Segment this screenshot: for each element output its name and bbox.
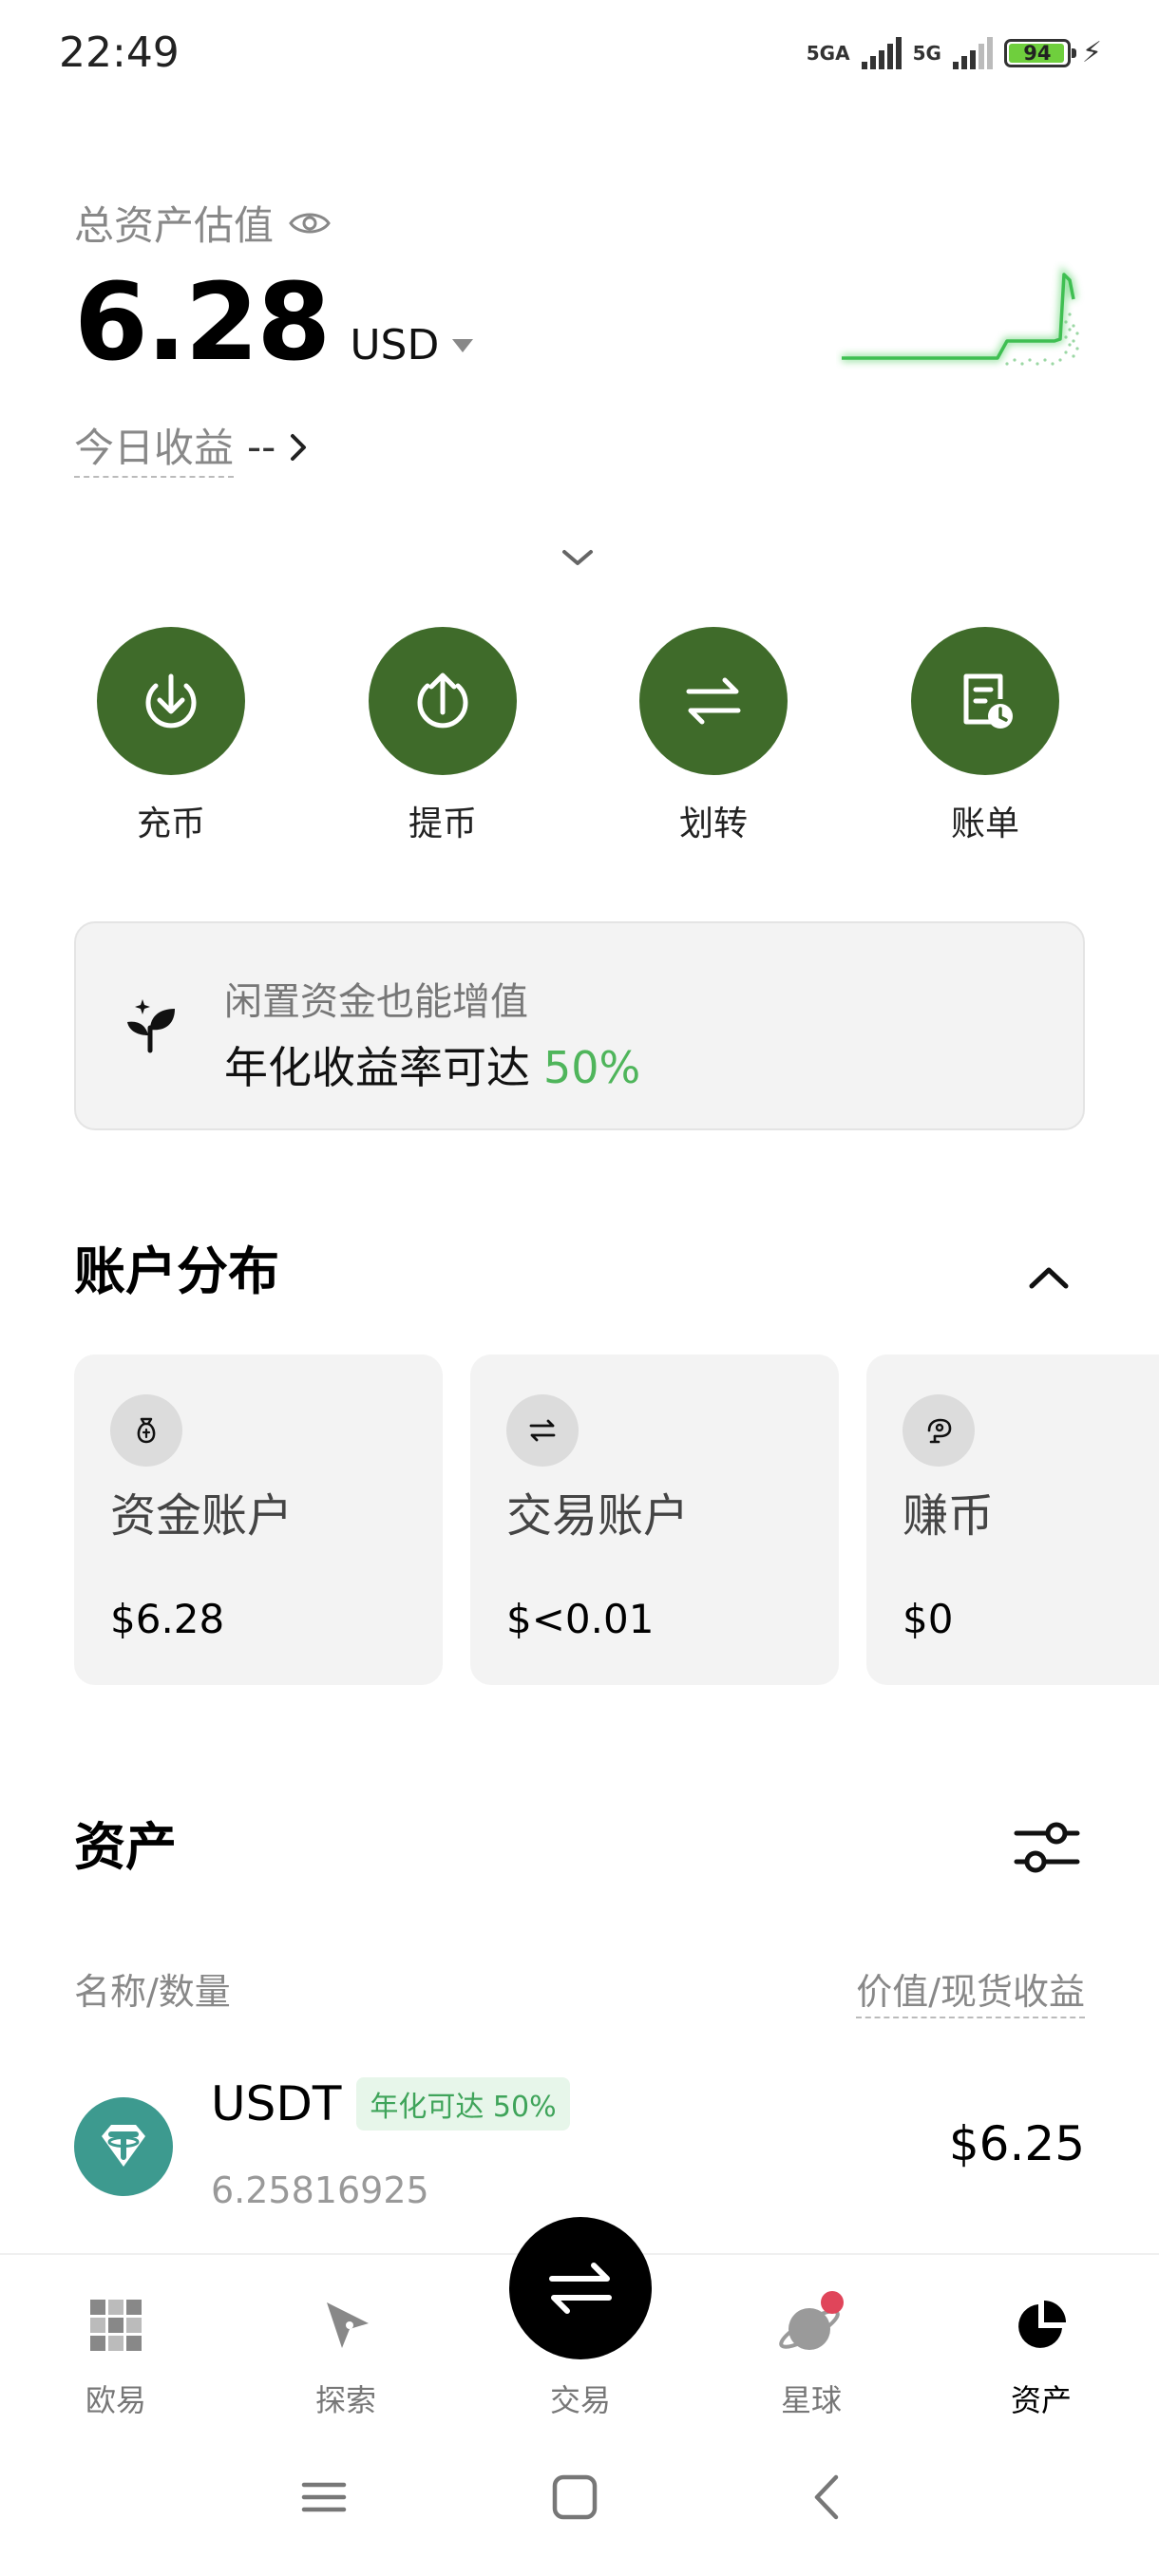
accounts-section-title: 账户分布 xyxy=(74,1241,279,1301)
account-card-earn[interactable]: 赚币 $0 xyxy=(866,1354,1159,1685)
signal-2-icon xyxy=(952,36,993,69)
usdt-coin-icon xyxy=(74,2097,173,2196)
expand-chevron-icon[interactable] xyxy=(559,546,597,569)
nav-trade-button[interactable] xyxy=(509,2217,652,2359)
asset-quantity: 6.25816925 xyxy=(211,2169,429,2211)
nav-label: 欧易 xyxy=(85,2382,146,2418)
nav-okx[interactable]: 欧易 xyxy=(40,2289,192,2420)
swap-icon xyxy=(506,1394,579,1467)
earn-icon xyxy=(902,1394,975,1467)
withdraw-icon xyxy=(369,627,517,775)
eye-icon[interactable] xyxy=(289,209,331,237)
currency-label: USD xyxy=(350,321,440,369)
transfer-label: 划转 xyxy=(678,805,748,843)
nav-trade-label: 交易 xyxy=(549,2382,611,2418)
network-5g-label: 5G xyxy=(912,41,941,65)
bill-button[interactable]: 账单 xyxy=(890,627,1080,845)
compass-icon xyxy=(270,2289,422,2361)
currency-selector[interactable]: USD xyxy=(350,321,474,369)
asset-symbol: USDT xyxy=(211,2076,342,2131)
earn-promo-banner[interactable]: 闲置资金也能增值 年化收益率可达 50% xyxy=(74,921,1085,1130)
promo-line2-text: 年化收益率可达 xyxy=(224,1042,530,1093)
status-time: 22:49 xyxy=(59,28,180,77)
status-indicators: 5GA 5G 94 ⚡ xyxy=(807,36,1102,69)
total-assets-label: 总资产估值 xyxy=(74,194,331,252)
apy-tag: 年化可达 50% xyxy=(356,2077,570,2131)
promo-line2: 年化收益率可达 50% xyxy=(224,1033,640,1096)
total-assets-text: 总资产估值 xyxy=(74,202,275,249)
nav-planet[interactable]: 星球 xyxy=(735,2289,887,2420)
withdraw-button[interactable]: 提币 xyxy=(348,627,538,845)
column-name-qty: 名称/数量 xyxy=(74,1971,231,2013)
today-pnl-value: -- xyxy=(247,424,276,470)
signal-1-icon xyxy=(861,36,902,69)
deposit-button[interactable]: 充币 xyxy=(76,627,266,845)
battery-level: 94 xyxy=(1023,41,1052,65)
battery-icon: 94 xyxy=(1003,38,1076,67)
collapse-chevron-icon[interactable] xyxy=(1026,1263,1072,1292)
caret-down-icon xyxy=(452,338,474,352)
nav-assets[interactable]: 资产 xyxy=(965,2289,1117,2420)
account-card-trading[interactable]: 交易账户 $<0.01 xyxy=(470,1354,839,1685)
account-card-funding[interactable]: 资金账户 $6.28 xyxy=(74,1354,443,1685)
bottom-nav: 欧易 探索 交易 星球 资产 xyxy=(0,2217,1159,2445)
total-amount: 6.28 xyxy=(74,261,331,385)
money-bag-icon xyxy=(110,1394,182,1467)
transfer-button[interactable]: 划转 xyxy=(618,627,808,845)
planet-icon xyxy=(735,2289,887,2361)
account-value: $<0.01 xyxy=(506,1596,655,1642)
today-pnl[interactable]: 今日收益 -- xyxy=(74,416,308,478)
deposit-label: 充币 xyxy=(136,805,205,843)
column-value-pnl[interactable]: 价值/现货收益 xyxy=(856,1962,1085,2018)
network-5ga-label: 5GA xyxy=(806,41,850,65)
total-assets-value: 6.28 USD xyxy=(74,261,474,385)
system-home-icon[interactable] xyxy=(551,2473,598,2521)
nav-explore[interactable]: 探索 xyxy=(270,2289,422,2420)
system-back-icon[interactable] xyxy=(804,2473,851,2521)
account-value: $0 xyxy=(902,1596,954,1642)
okx-logo-icon xyxy=(40,2289,192,2361)
bill-icon xyxy=(911,627,1059,775)
trade-swap-icon xyxy=(549,2263,612,2314)
charging-icon: ⚡ xyxy=(1081,36,1102,69)
transfer-icon xyxy=(639,627,788,775)
bill-label: 账单 xyxy=(950,805,1019,843)
assets-section-title: 资产 xyxy=(74,1817,177,1877)
withdraw-label: 提币 xyxy=(408,805,477,843)
promo-rate: 50% xyxy=(543,1042,641,1093)
sprout-icon xyxy=(127,999,175,1053)
pie-chart-icon xyxy=(965,2289,1117,2361)
asset-sparkline xyxy=(842,265,1079,366)
account-name: 赚币 xyxy=(902,1489,995,1543)
account-name: 资金账户 xyxy=(110,1489,294,1543)
promo-line1: 闲置资金也能增值 xyxy=(224,980,528,1024)
today-pnl-label: 今日收益 xyxy=(74,416,235,478)
deposit-icon xyxy=(97,627,245,775)
nav-label: 探索 xyxy=(314,2382,376,2418)
asset-value: $6.25 xyxy=(948,2116,1085,2171)
account-name: 交易账户 xyxy=(506,1489,690,1543)
nav-label: 星球 xyxy=(780,2382,842,2418)
chevron-right-icon xyxy=(291,433,307,461)
nav-label: 资产 xyxy=(1010,2382,1072,2418)
account-value: $6.28 xyxy=(110,1596,225,1642)
filter-sliders-icon[interactable] xyxy=(1013,1818,1081,1877)
system-menu-icon[interactable] xyxy=(300,2473,348,2521)
asset-symbol-row[interactable]: USDT 年化可达 50% xyxy=(211,2076,570,2131)
